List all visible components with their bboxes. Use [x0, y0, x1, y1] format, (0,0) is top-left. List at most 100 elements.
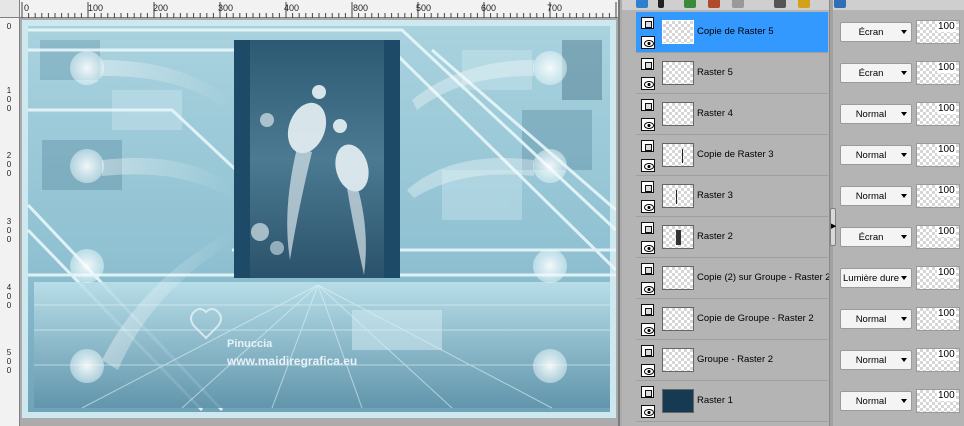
layer-thumbnail[interactable]	[662, 307, 694, 331]
blend-mode-dropdown[interactable]: Lumière dure	[840, 268, 912, 288]
shield-icon[interactable]	[834, 0, 846, 8]
ruler-label: 600	[481, 3, 497, 13]
layer-thumbnail[interactable]	[662, 389, 694, 413]
duplicate-icon[interactable]	[732, 0, 744, 8]
layer-name[interactable]: Raster 5	[697, 67, 733, 78]
chevron-down-icon	[901, 358, 907, 362]
blend-mode-dropdown[interactable]: Normal	[840, 104, 912, 124]
ruler-label: 500	[416, 3, 432, 13]
arrow-down-icon[interactable]	[658, 0, 664, 8]
opacity-field[interactable]: 100	[916, 20, 960, 44]
opacity-field[interactable]: 100	[916, 61, 960, 85]
new-layer-icon[interactable]	[636, 0, 648, 8]
layer-visibility-column	[640, 179, 656, 215]
eye-icon[interactable]	[641, 36, 655, 49]
canvas-pane[interactable]: 0 100 200 300 400 500 600 700 800 0 1 0 …	[0, 0, 620, 426]
blend-mode-label: Normal	[855, 191, 887, 202]
layer-row[interactable]: Raster 2	[636, 217, 828, 258]
blend-mode-dropdown[interactable]: Normal	[840, 186, 912, 206]
opacity-field[interactable]: 100	[916, 389, 960, 413]
thumbnail-mark	[676, 190, 677, 204]
opacity-field[interactable]: 100	[916, 348, 960, 372]
opacity-field[interactable]: 100	[916, 307, 960, 331]
canvas-edge	[618, 0, 620, 426]
layer-thumbnail[interactable]	[662, 225, 694, 249]
layer-type-icon[interactable]	[641, 99, 654, 111]
eye-icon[interactable]	[641, 200, 655, 213]
layer-type-icon[interactable]	[641, 58, 654, 70]
layer-type-icon[interactable]	[641, 222, 654, 234]
layer-thumbnail[interactable]	[662, 266, 694, 290]
opacity-value: 100	[937, 144, 956, 155]
layer-visibility-column	[640, 138, 656, 174]
eye-icon[interactable]	[641, 241, 655, 254]
layer-name[interactable]: Raster 4	[697, 108, 733, 119]
vertical-ruler: 0 1 0 0 2 0 0 3 0 0 4 0 0 5 0 0	[0, 18, 20, 426]
layer-row[interactable]: Copie (2) sur Groupe - Raster 2	[636, 258, 831, 299]
layer-type-icon[interactable]	[641, 181, 654, 193]
layer-name[interactable]: Copie de Raster 5	[697, 26, 774, 37]
ruler-label: 0	[6, 292, 12, 301]
opacity-field[interactable]: 100	[916, 143, 960, 167]
layer-type-icon[interactable]	[641, 386, 654, 398]
layer-row[interactable]: Raster 4	[636, 94, 828, 135]
layer-type-icon[interactable]	[641, 263, 654, 275]
layer-thumbnail[interactable]	[662, 102, 694, 126]
layer-thumbnail[interactable]	[662, 61, 694, 85]
opacity-field[interactable]: 100	[916, 102, 960, 126]
layer-row[interactable]: Raster 3	[636, 176, 828, 217]
blend-mode-dropdown[interactable]: Normal	[840, 391, 912, 411]
layer-name[interactable]: Copie de Raster 3	[697, 149, 774, 160]
blend-mode-dropdown[interactable]: Normal	[840, 350, 912, 370]
opacity-field[interactable]: 100	[916, 266, 960, 290]
ruler-label: 100	[88, 3, 104, 13]
eye-icon[interactable]	[684, 0, 696, 8]
chevron-down-icon	[901, 30, 907, 34]
layer-type-icon[interactable]	[641, 304, 654, 316]
eye-icon[interactable]	[641, 77, 655, 90]
layer-type-icon[interactable]	[641, 140, 654, 152]
opacity-field[interactable]: 100	[916, 184, 960, 208]
layer-row[interactable]: Groupe - Raster 2	[636, 340, 828, 381]
ruler-label: 700	[547, 3, 563, 13]
layer-row[interactable]: Raster 1	[636, 381, 828, 422]
blend-mode-dropdown[interactable]: Écran	[840, 227, 912, 247]
layer-row[interactable]: Raster 5	[636, 53, 828, 94]
opacity-value: 100	[937, 21, 956, 32]
horizontal-ruler-ticks	[21, 2, 617, 18]
link-icon[interactable]	[774, 0, 786, 8]
eye-icon[interactable]	[641, 159, 655, 172]
layer-thumbnail[interactable]	[662, 143, 694, 167]
eye-icon[interactable]	[641, 118, 655, 131]
layer-type-icon[interactable]	[641, 17, 654, 29]
layer-name[interactable]: Raster 1	[697, 395, 733, 406]
canvas-artwork[interactable]: Pinuccia www.maidiregrafica.eu	[22, 20, 616, 418]
layer-name[interactable]: Raster 2	[697, 231, 733, 242]
layer-property-row: Normal 100	[836, 299, 964, 340]
blend-mode-label: Écran	[858, 68, 884, 79]
blend-mode-dropdown[interactable]: Normal	[840, 309, 912, 329]
layer-name[interactable]: Copie de Groupe - Raster 2	[697, 313, 814, 324]
layer-thumbnail[interactable]	[662, 348, 694, 372]
opacity-field[interactable]: 100	[916, 225, 960, 249]
layer-name[interactable]: Copie (2) sur Groupe - Raster 2	[697, 272, 831, 283]
blend-mode-dropdown[interactable]: Écran	[840, 22, 912, 42]
layer-name[interactable]: Groupe - Raster 2	[697, 354, 773, 365]
layer-name[interactable]: Raster 3	[697, 190, 733, 201]
eye-icon[interactable]	[641, 282, 655, 295]
layer-type-icon[interactable]	[641, 345, 654, 357]
layer-row[interactable]: Copie de Raster 3	[636, 135, 828, 176]
eye-icon[interactable]	[641, 364, 655, 377]
eye-icon[interactable]	[641, 323, 655, 336]
layer-row[interactable]: Copie de Raster 5	[636, 12, 828, 53]
horizontal-ruler: 0 100 200 300 400 500 600 700 800	[20, 0, 620, 18]
blend-mode-dropdown[interactable]: Écran	[840, 63, 912, 83]
layer-visibility-column	[640, 384, 656, 420]
lock-icon[interactable]	[798, 0, 810, 8]
mask-icon[interactable]	[708, 0, 720, 8]
layer-thumbnail[interactable]	[662, 184, 694, 208]
blend-mode-dropdown[interactable]: Normal	[840, 145, 912, 165]
layer-thumbnail[interactable]	[662, 20, 694, 44]
eye-icon[interactable]	[641, 405, 655, 418]
layer-row[interactable]: Copie de Groupe - Raster 2	[636, 299, 828, 340]
